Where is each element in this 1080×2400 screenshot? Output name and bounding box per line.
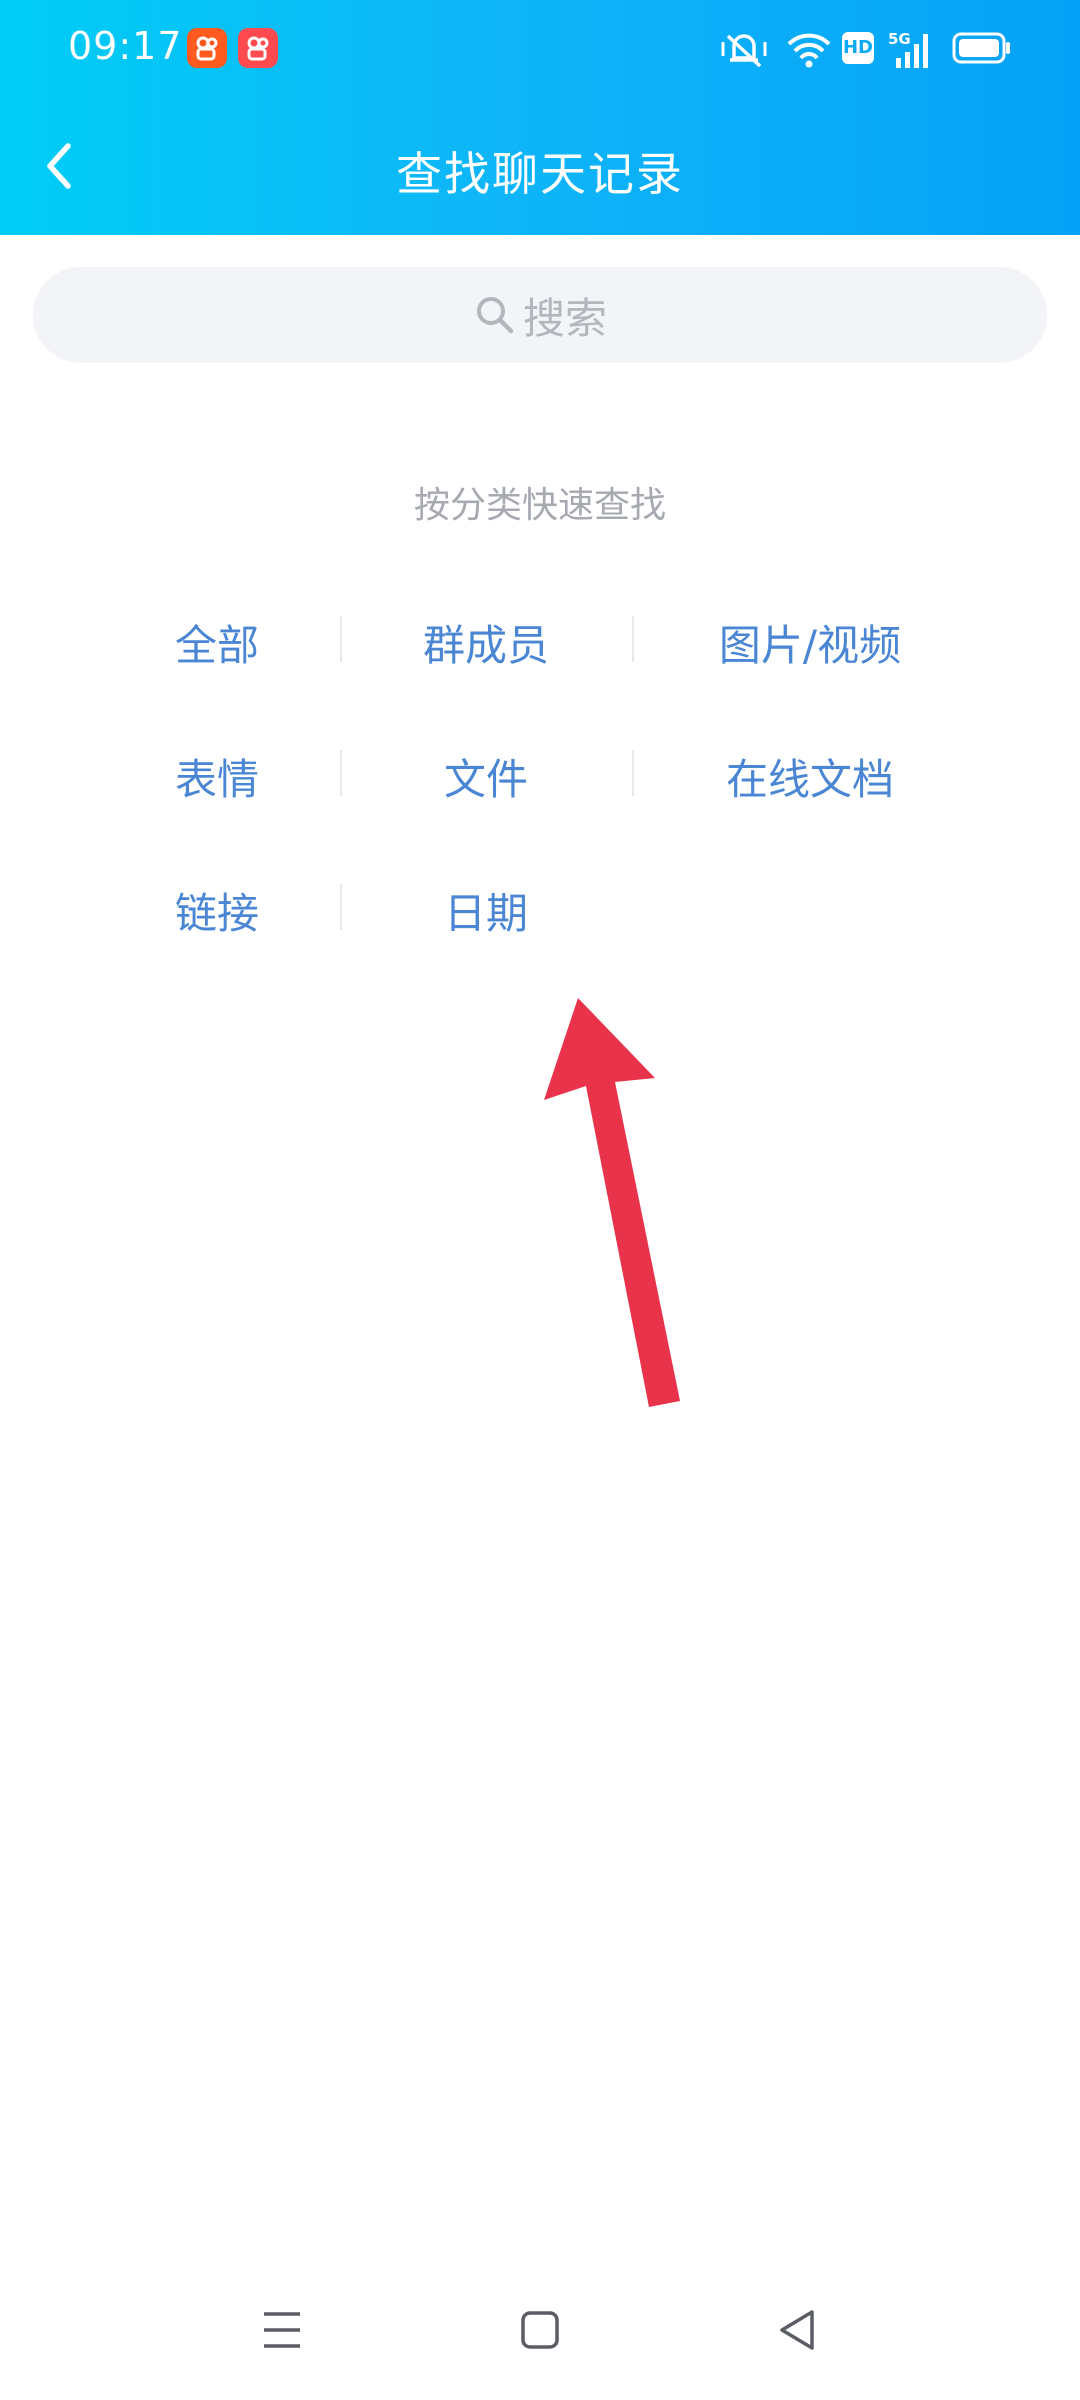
nav-bar: 查找聊天记录 [0, 100, 1080, 235]
menu-icon [264, 2312, 300, 2348]
kuaishou-notification-icon [238, 28, 278, 68]
system-back-button[interactable] [768, 2300, 828, 2360]
home-button[interactable] [510, 2300, 570, 2360]
menu-button[interactable] [252, 2300, 312, 2360]
home-icon [521, 2311, 559, 2349]
xiaohongshu-notification-icon [187, 28, 227, 68]
status-time: 09:17 [68, 24, 183, 68]
category-group-members[interactable]: 群成员 [326, 612, 646, 673]
status-bar: 09:17 HD 5G [0, 0, 1080, 100]
5g-signal-icon [896, 34, 928, 68]
red-arrow-icon [544, 998, 680, 1407]
category-files[interactable]: 文件 [326, 746, 646, 807]
category-date[interactable]: 日期 [326, 880, 646, 941]
back-triangle-icon [780, 2310, 814, 2350]
category-online-docs[interactable]: 在线文档 [650, 746, 970, 807]
vibrate-mute-icon [721, 34, 767, 68]
hd-icon: HD [842, 32, 874, 64]
app-header: 09:17 HD 5G 查找聊天记录 [0, 0, 1080, 235]
divider [632, 616, 634, 662]
search-icon [476, 297, 514, 334]
battery-icon [952, 32, 1010, 64]
page-title: 查找聊天记录 [396, 147, 684, 201]
system-navigation-bar [0, 2290, 1080, 2370]
wifi-icon [787, 33, 831, 68]
search-placeholder: 搜索 [522, 293, 607, 343]
category-photos-videos[interactable]: 图片/视频 [650, 612, 970, 673]
search-input[interactable]: 搜索 [33, 267, 1047, 363]
category-section-title: 按分类快速查找 [413, 485, 666, 526]
divider [632, 750, 634, 796]
